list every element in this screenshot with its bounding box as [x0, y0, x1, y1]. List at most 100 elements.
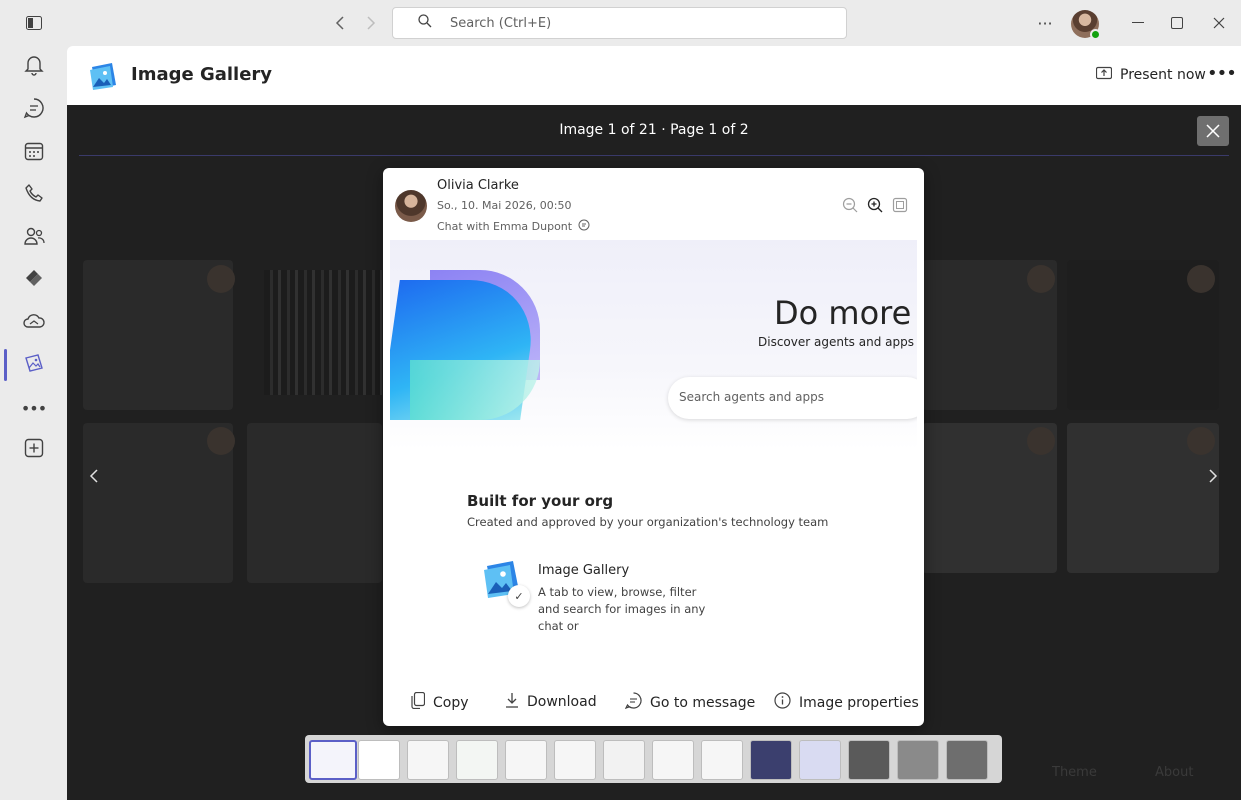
more-options-icon[interactable]: ··· — [1034, 12, 1056, 34]
rail-people[interactable] — [0, 217, 67, 259]
divider — [79, 155, 1229, 156]
gallery-qr-thumbnail — [264, 270, 382, 395]
preview-search-field: Search agents and apps — [668, 377, 917, 419]
forward-arrow-icon[interactable] — [361, 13, 381, 33]
image-gallery-logo-icon — [88, 61, 120, 91]
more-icon: ••• — [20, 398, 47, 418]
rail-viva[interactable] — [0, 259, 67, 301]
sender-avatar — [395, 190, 427, 222]
image-viewer-dialog: Olivia Clarke So., 10. Mai 2026, 00:50 C… — [383, 168, 924, 726]
go-to-message-button[interactable]: Go to message — [624, 692, 756, 713]
app-rail: ••• — [0, 46, 67, 800]
preview-card-description: A tab to view, browse, filter and search… — [538, 585, 706, 633]
rail-more-apps[interactable]: ••• — [0, 387, 67, 429]
thumbnail[interactable] — [603, 740, 645, 780]
cloud-icon — [22, 313, 45, 333]
present-icon — [1095, 66, 1113, 84]
gallery-avatar — [1187, 265, 1215, 293]
bell-icon — [23, 54, 44, 80]
search-placeholder: Search (Ctrl+E) — [450, 15, 552, 31]
thumbnail[interactable] — [897, 740, 939, 780]
zoom-in-icon[interactable] — [866, 196, 884, 214]
image-gallery-icon — [23, 353, 45, 377]
rail-activity[interactable] — [0, 46, 67, 88]
rail-calls[interactable] — [0, 174, 67, 216]
download-icon — [505, 692, 519, 712]
minimize-icon[interactable] — [1128, 13, 1148, 33]
avatar[interactable] — [1071, 10, 1101, 40]
thumbnail-strip — [305, 735, 1002, 783]
gallery-avatar — [207, 265, 235, 293]
rail-calendar[interactable] — [0, 132, 67, 174]
go-to-message-label: Go to message — [650, 694, 756, 711]
thumbnail[interactable] — [750, 740, 792, 780]
background-about-label: About — [1155, 765, 1194, 780]
app-header: Image Gallery Present now ••• — [67, 46, 1241, 105]
back-arrow-icon[interactable] — [330, 13, 350, 33]
chat-icon — [23, 97, 45, 123]
presence-available-icon — [1090, 29, 1101, 40]
download-button[interactable]: Download — [505, 692, 597, 712]
image-properties-label: Image properties — [799, 694, 919, 711]
message-date: So., 10. Mai 2026, 00:50 — [437, 199, 572, 212]
thumbnail[interactable] — [946, 740, 988, 780]
thumbnail[interactable] — [407, 740, 449, 780]
title-bar: Search (Ctrl+E) ··· — [0, 0, 1241, 46]
phone-icon — [24, 183, 44, 207]
rail-onedrive[interactable] — [0, 302, 67, 344]
preview-hero-title: Do more — [774, 294, 912, 332]
sidebar-toggle-icon[interactable] — [24, 13, 44, 33]
preview-section-subtitle: Created and approved by your organizatio… — [467, 515, 829, 529]
preview-card-title: Image Gallery — [538, 563, 630, 578]
gallery-avatar — [1027, 427, 1055, 455]
chat-bubble-icon — [578, 219, 590, 234]
search-input[interactable]: Search (Ctrl+E) — [392, 7, 847, 39]
gallery-card — [247, 423, 382, 583]
viva-icon — [24, 268, 44, 292]
rail-apps[interactable] — [0, 429, 67, 471]
thumbnail[interactable] — [652, 740, 694, 780]
add-apps-icon — [24, 438, 44, 462]
fit-to-screen-icon[interactable] — [891, 196, 909, 214]
maximize-icon[interactable] — [1167, 13, 1187, 33]
copy-label: Copy — [433, 694, 469, 711]
preview-hero: Do more Discover agents and apps that Se… — [390, 240, 917, 450]
info-icon — [774, 692, 791, 713]
thumbnail[interactable] — [358, 740, 400, 780]
calendar-icon — [24, 141, 44, 165]
thumbnail[interactable] — [505, 740, 547, 780]
close-window-icon[interactable] — [1209, 13, 1229, 33]
search-icon — [418, 14, 432, 32]
image-properties-button[interactable]: Image properties — [774, 692, 919, 713]
copy-icon — [411, 691, 426, 713]
thumbnail[interactable] — [554, 740, 596, 780]
image-preview: Do more Discover agents and apps that Se… — [390, 240, 917, 682]
present-now-button[interactable]: Present now — [1095, 66, 1206, 84]
next-image-arrow-icon[interactable] — [1208, 465, 1218, 489]
gallery-avatar — [1027, 265, 1055, 293]
background-theme-label: Theme — [1052, 765, 1097, 780]
preview-section-title: Built for your org — [467, 492, 614, 510]
present-now-label: Present now — [1120, 67, 1206, 83]
zoom-out-icon[interactable] — [841, 196, 859, 214]
chat-context[interactable]: Chat with Emma Dupont — [437, 219, 590, 234]
gallery-avatar — [1187, 427, 1215, 455]
preview-hero-subtitle: Discover agents and apps that — [758, 335, 917, 349]
thumbnail[interactable] — [456, 740, 498, 780]
viewer-counter: Image 1 of 21 · Page 1 of 2 — [559, 122, 749, 138]
chat-context-label: Chat with Emma Dupont — [437, 220, 573, 233]
thumbnail[interactable] — [799, 740, 841, 780]
thumbnail[interactable] — [701, 740, 743, 780]
previous-image-arrow-icon[interactable] — [89, 465, 99, 489]
app-more-options-icon[interactable]: ••• — [1207, 63, 1237, 84]
message-bubble-icon — [624, 692, 642, 713]
thumbnail[interactable] — [848, 740, 890, 780]
copy-button[interactable]: Copy — [411, 691, 469, 713]
page-title: Image Gallery — [131, 64, 273, 85]
people-icon — [23, 226, 45, 250]
rail-chat[interactable] — [0, 89, 67, 131]
rail-image-gallery[interactable] — [0, 344, 67, 386]
sender-name: Olivia Clarke — [437, 178, 519, 193]
thumbnail[interactable] — [309, 740, 357, 780]
close-viewer-button[interactable] — [1197, 116, 1229, 146]
